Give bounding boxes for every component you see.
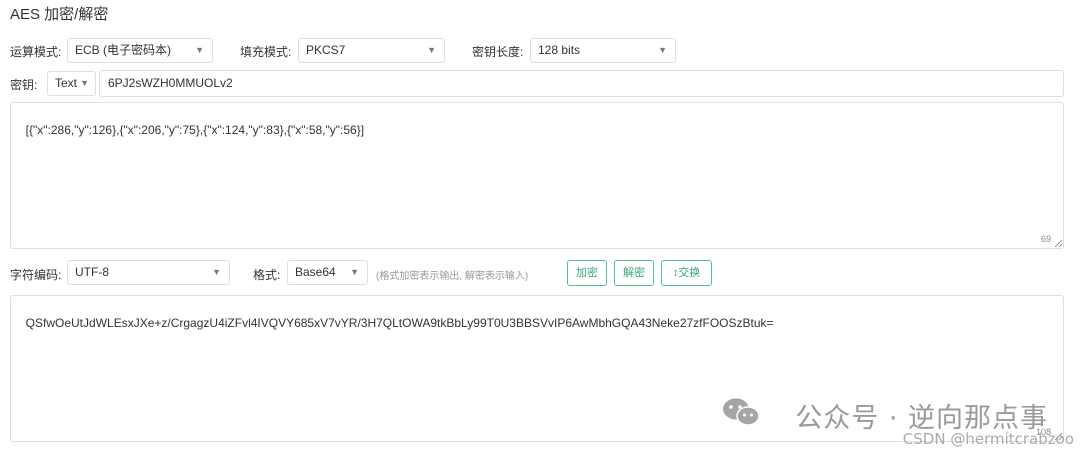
plaintext-value: [{"x":286,"y":126},{"x":206,"y":75},{"x"…: [25, 123, 365, 137]
caret-down-icon: ▼: [195, 45, 204, 55]
caret-down-icon: ▼: [427, 45, 436, 55]
mode-select[interactable]: ECB (电子密码本) ▼: [67, 38, 213, 63]
padding-value: PKCS7: [306, 43, 346, 57]
format-hint: (格式加密表示输出, 解密表示输入): [376, 271, 529, 282]
decrypt-button[interactable]: 解密: [614, 260, 654, 286]
plaintext-textarea[interactable]: [{"x":286,"y":126},{"x":206,"y":75},{"x"…: [10, 102, 1064, 249]
encrypt-button[interactable]: 加密: [567, 260, 607, 286]
encoding-value: UTF-8: [75, 265, 109, 279]
format-value: Base64: [295, 265, 336, 279]
format-label: 格式:: [253, 268, 281, 282]
encoding-label: 字符编码:: [10, 268, 62, 282]
char-count: 69: [1040, 234, 1051, 244]
encoding-select[interactable]: UTF-8 ▼: [67, 260, 230, 285]
padding-select[interactable]: PKCS7 ▼: [298, 38, 445, 63]
mode-value: ECB (电子密码本): [75, 43, 172, 57]
caret-down-icon: ▼: [658, 45, 667, 55]
padding-label: 填充模式:: [240, 45, 292, 59]
watermark-credit: CSDN @hermitcrabzoo: [902, 430, 1074, 448]
key-type-select[interactable]: Text ▼: [47, 71, 96, 96]
wechat-icon: [723, 398, 760, 426]
key-length-select[interactable]: 128 bits ▼: [530, 38, 676, 63]
key-label: 密钥:: [10, 78, 38, 92]
swap-label: 交换: [678, 267, 701, 279]
ciphertext-value: QSfwOeUtJdWLEsxJXe+z/CrgagzU4iZFvl4IVQVY…: [25, 316, 774, 330]
caret-down-icon: ▼: [80, 78, 89, 88]
key-length-value: 128 bits: [538, 43, 581, 57]
resize-grip-icon[interactable]: [1054, 239, 1062, 247]
caret-down-icon: ▼: [350, 267, 359, 277]
key-type-value: Text: [55, 76, 78, 90]
page-title: AES 加密/解密: [10, 6, 109, 23]
mode-label: 运算模式:: [10, 45, 62, 59]
format-select[interactable]: Base64 ▼: [287, 260, 368, 285]
caret-down-icon: ▼: [212, 267, 221, 277]
swap-button[interactable]: ↕交换: [661, 260, 712, 286]
key-length-label: 密钥长度:: [472, 45, 524, 59]
key-input[interactable]: 6PJ2sWZH0MMUOLv2: [99, 70, 1064, 97]
